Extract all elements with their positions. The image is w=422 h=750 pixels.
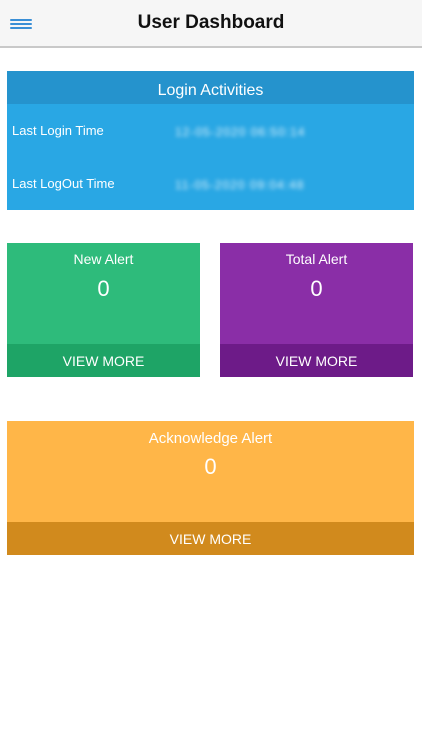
login-activities-title: Login Activities	[7, 71, 414, 104]
acknowledge-alert-title: Acknowledge Alert	[148, 430, 273, 447]
new-alert-card: New Alert 0 VIEW MORE	[7, 243, 200, 377]
last-logout-value: 11-05-2020 09:04:48	[175, 178, 305, 192]
new-alert-view-more-button[interactable]: VIEW MORE	[7, 344, 200, 377]
new-alert-count: 0	[97, 276, 110, 301]
page-title: User Dashboard	[137, 12, 285, 33]
total-alert-view-more-button[interactable]: VIEW MORE	[220, 344, 413, 377]
last-logout-row: Last LogOut Time 11-05-2020 09:04:48	[12, 176, 412, 196]
last-login-label: Last Login Time	[12, 123, 104, 138]
new-alert-title: New Alert	[73, 251, 134, 267]
total-alert-card: Total Alert 0 VIEW MORE	[220, 243, 413, 377]
login-activities-card: Login Activities Last Login Time 12-05-2…	[7, 71, 414, 210]
acknowledge-alert-count: 0	[204, 454, 217, 479]
total-alert-title: Total Alert	[285, 251, 348, 267]
app-header: User Dashboard	[0, 0, 422, 48]
last-logout-label: Last LogOut Time	[12, 176, 115, 191]
last-login-row: Last Login Time 12-05-2020 06:50:14	[12, 123, 412, 143]
acknowledge-alert-card: Acknowledge Alert 0 VIEW MORE	[7, 421, 414, 555]
total-alert-count: 0	[310, 276, 323, 301]
last-login-value: 12-05-2020 06:50:14	[175, 125, 306, 139]
acknowledge-alert-view-more-button[interactable]: VIEW MORE	[7, 522, 414, 555]
